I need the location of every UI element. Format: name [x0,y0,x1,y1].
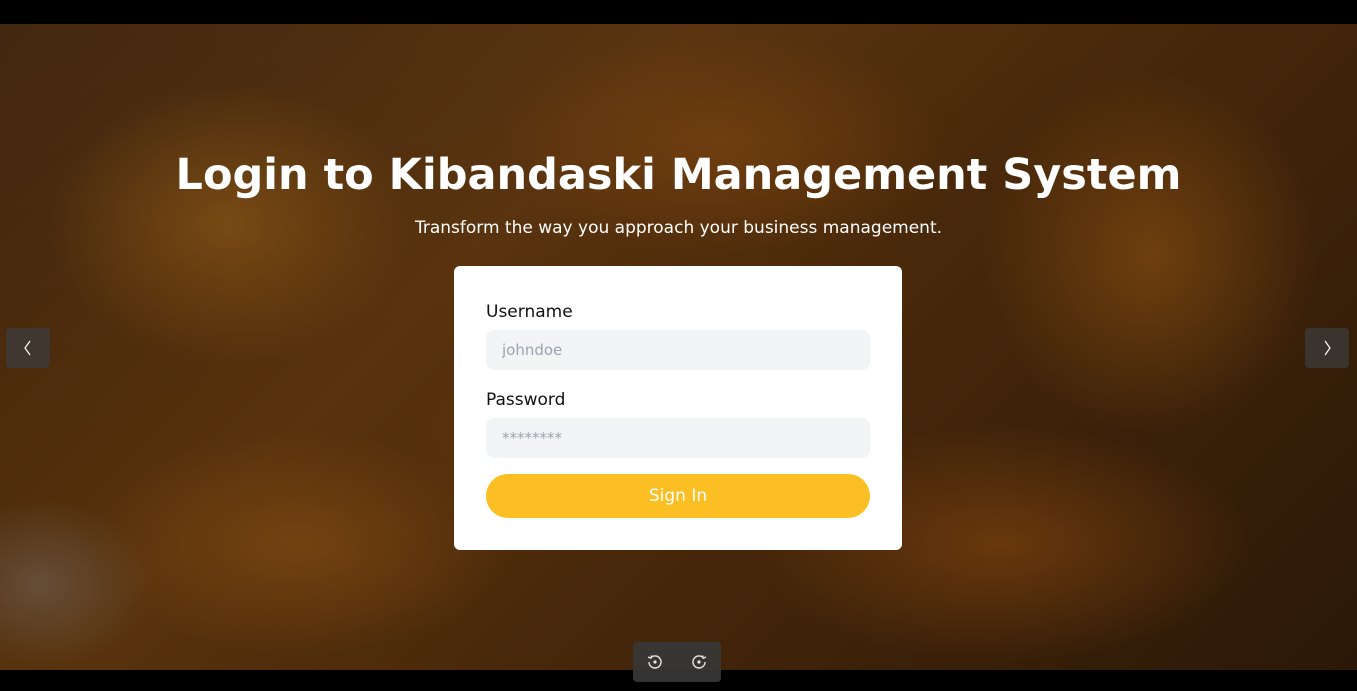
chevron-right-icon [1324,340,1331,356]
page-title: Login to Kibandaski Management System [175,150,1182,200]
rotate-left-button[interactable] [640,647,670,677]
viewer-toolbar [633,642,721,682]
username-input[interactable] [486,330,870,370]
rotate-right-button[interactable] [684,647,714,677]
password-label: Password [486,390,566,410]
page-subtitle: Transform the way you approach your busi… [414,218,943,238]
next-image-button[interactable] [1305,328,1349,368]
chevron-left-icon [24,340,31,356]
rotate-right-icon [692,655,707,669]
login-page: Login to Kibandaski Management System Tr… [0,24,1357,670]
username-label: Username [486,302,573,322]
password-group: Password [486,390,870,458]
password-input[interactable] [486,418,870,458]
username-group: Username [486,302,870,370]
image-viewer: Login to Kibandaski Management System Tr… [0,0,1357,691]
rotate-left-icon [647,655,662,669]
previous-image-button[interactable] [6,328,50,368]
login-form: Username Password Sign In [454,266,902,550]
sign-in-button[interactable]: Sign In [486,474,870,518]
